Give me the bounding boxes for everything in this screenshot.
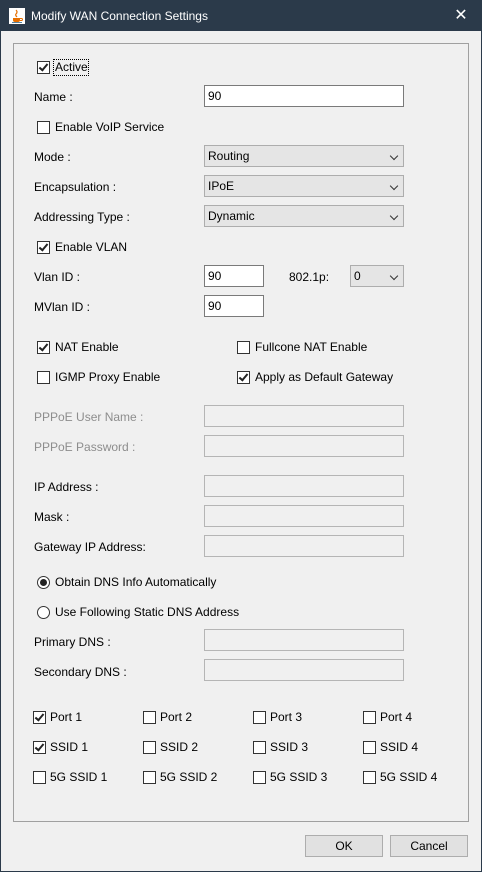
dot1p-label: 802.1p: [289, 270, 330, 284]
java-app-icon [9, 8, 25, 24]
mode-value: Routing [208, 149, 250, 163]
binding-checkbox[interactable] [363, 771, 376, 784]
enable-vlan-checkbox[interactable] [37, 241, 50, 254]
mask-label: Mask : [34, 510, 70, 524]
close-icon[interactable]: ✕ [441, 1, 481, 31]
addressing-type-value: Dynamic [208, 209, 255, 223]
dns-static-radio[interactable] [37, 606, 50, 619]
ip-address-label: IP Address : [34, 480, 99, 494]
pppoe-password-input[interactable] [204, 435, 404, 457]
secondary-dns-label: Secondary DNS : [34, 665, 127, 679]
mask-input[interactable] [204, 505, 404, 527]
binding-checkbox[interactable] [143, 711, 156, 724]
binding-label[interactable]: Port 1 [50, 710, 82, 724]
chevron-down-icon [389, 271, 399, 281]
dns-auto-label[interactable]: Obtain DNS Info Automatically [55, 575, 216, 589]
mvlan-id-input[interactable]: 90 [204, 295, 264, 317]
chevron-down-icon [389, 211, 399, 221]
name-label: Name : [34, 90, 73, 104]
binding-label[interactable]: 5G SSID 4 [380, 770, 437, 784]
nat-enable-checkbox[interactable] [37, 341, 50, 354]
encapsulation-label: Encapsulation : [34, 180, 117, 194]
gateway-ip-label: Gateway IP Address: [34, 540, 146, 554]
chevron-down-icon [389, 181, 399, 191]
active-label[interactable]: Active [55, 60, 88, 74]
binding-label[interactable]: Port 3 [270, 710, 302, 724]
nat-enable-label[interactable]: NAT Enable [55, 340, 119, 354]
dot1p-select[interactable]: 0 [350, 265, 404, 287]
mode-label: Mode : [34, 150, 71, 164]
binding-label[interactable]: SSID 2 [160, 740, 198, 754]
mvlan-id-label: MVlan ID : [34, 300, 91, 314]
binding-label[interactable]: SSID 4 [380, 740, 418, 754]
enable-voip-label[interactable]: Enable VoIP Service [55, 120, 164, 134]
ip-address-input[interactable] [204, 475, 404, 497]
vlan-id-input[interactable]: 90 [204, 265, 264, 287]
dns-auto-radio[interactable] [37, 576, 50, 589]
chevron-down-icon [389, 151, 399, 161]
enable-vlan-label[interactable]: Enable VLAN [55, 240, 127, 254]
gateway-ip-input[interactable] [204, 535, 404, 557]
dns-static-label[interactable]: Use Following Static DNS Address [55, 605, 239, 619]
encapsulation-value: IPoE [208, 179, 235, 193]
binding-checkbox[interactable] [363, 711, 376, 724]
binding-checkbox[interactable] [33, 741, 46, 754]
cancel-button[interactable]: Cancel [390, 835, 468, 857]
enable-voip-checkbox[interactable] [37, 121, 50, 134]
primary-dns-label: Primary DNS : [34, 635, 111, 649]
binding-checkbox[interactable] [33, 771, 46, 784]
binding-checkbox[interactable] [253, 771, 266, 784]
addressing-type-label: Addressing Type : [34, 210, 130, 224]
secondary-dns-input[interactable] [204, 659, 404, 681]
binding-checkbox[interactable] [143, 741, 156, 754]
binding-label[interactable]: Port 4 [380, 710, 412, 724]
vlan-id-label: Vlan ID : [34, 270, 81, 284]
pppoe-username-input[interactable] [204, 405, 404, 427]
default-gateway-label[interactable]: Apply as Default Gateway [255, 370, 393, 384]
binding-label[interactable]: 5G SSID 3 [270, 770, 327, 784]
addressing-type-select[interactable]: Dynamic [204, 205, 404, 227]
ok-button[interactable]: OK [305, 835, 383, 857]
binding-checkbox[interactable] [253, 711, 266, 724]
encapsulation-select[interactable]: IPoE [204, 175, 404, 197]
fullcone-nat-checkbox[interactable] [237, 341, 250, 354]
title-bar[interactable]: Modify WAN Connection Settings ✕ [1, 1, 481, 31]
binding-checkbox[interactable] [363, 741, 376, 754]
fullcone-nat-label[interactable]: Fullcone NAT Enable [255, 340, 367, 354]
igmp-proxy-checkbox[interactable] [37, 371, 50, 384]
pppoe-password-label: PPPoE Password : [34, 440, 136, 454]
primary-dns-input[interactable] [204, 629, 404, 651]
igmp-proxy-label[interactable]: IGMP Proxy Enable [55, 370, 160, 384]
name-input[interactable]: 90 [204, 85, 404, 107]
pppoe-username-label: PPPoE User Name : [34, 410, 144, 424]
binding-label[interactable]: 5G SSID 2 [160, 770, 217, 784]
binding-label[interactable]: SSID 1 [50, 740, 88, 754]
mode-select[interactable]: Routing [204, 145, 404, 167]
window-title: Modify WAN Connection Settings [31, 9, 208, 23]
binding-checkbox[interactable] [33, 711, 46, 724]
default-gateway-checkbox[interactable] [237, 371, 250, 384]
binding-label[interactable]: 5G SSID 1 [50, 770, 107, 784]
binding-label[interactable]: SSID 3 [270, 740, 308, 754]
binding-label[interactable]: Port 2 [160, 710, 192, 724]
active-checkbox[interactable] [37, 61, 50, 74]
binding-checkbox[interactable] [143, 771, 156, 784]
dot1p-value: 0 [354, 269, 361, 283]
binding-checkbox[interactable] [253, 741, 266, 754]
